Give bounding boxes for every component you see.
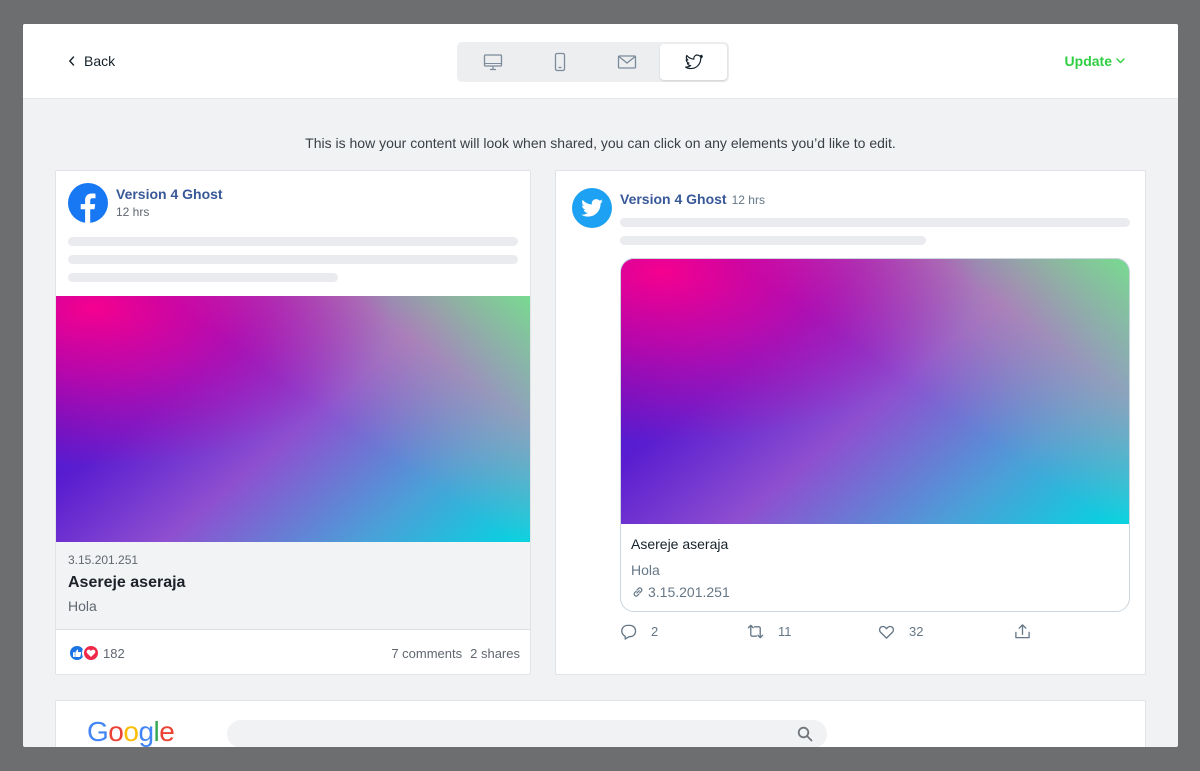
twitter-preview-card: Version 4 Ghost 12 hrs Asereje aseraja H… [555,170,1146,675]
twitter-account-name[interactable]: Version 4 Ghost [620,191,727,207]
facebook-engagement-bar: 182 7 comments 2 shares [56,642,530,664]
like-count: 32 [909,624,924,639]
twitter-link-domain: 3.15.201.251 [631,584,1119,600]
preview-modal: Back Update This is how your content wil… [23,24,1178,747]
link-icon [633,587,643,597]
facebook-stats: 7 comments 2 shares [391,646,520,661]
twitter-actions: 2 11 32 [620,623,1040,643]
google-preview-card: Google [55,700,1146,747]
back-button[interactable]: Back [68,53,115,69]
google-search-bar [227,720,827,747]
twitter-preview-button[interactable] [660,44,727,80]
skeleton-line [620,236,926,245]
facebook-link-meta[interactable]: 3.15.201.251 Asereje aseraja Hola [56,542,530,630]
preview-hint: This is how your content will look when … [305,135,896,151]
skeleton-line [68,237,518,246]
comment-count: 7 comments [391,645,463,661]
twitter-post-header: Version 4 Ghost 12 hrs [620,191,765,207]
facebook-page-name[interactable]: Version 4 Ghost [116,186,223,202]
twitter-link-title[interactable]: Asereje aseraja [631,536,1119,552]
facebook-post-header: Version 4 Ghost 12 hrs [68,183,223,223]
twitter-link-description[interactable]: Hola [631,562,1119,578]
share-icon [1015,624,1030,639]
facebook-link-domain: 3.15.201.251 [68,553,139,567]
twitter-avatar [572,188,612,228]
retweet-count: 11 [778,624,792,639]
share-count: 2 shares [470,645,520,661]
update-label: Update [1064,53,1112,69]
like-action[interactable]: 32 [878,623,923,640]
reply-action[interactable]: 2 [620,623,658,640]
twitter-post-time: 12 hrs [731,193,765,207]
twitter-icon [684,54,703,70]
email-preview-button[interactable] [593,44,660,80]
search-icon [797,726,813,742]
mobile-icon [554,52,565,72]
twitter-link-meta: Asereje aseraja Hola 3.15.201.251 [621,524,1129,611]
twitter-share-image[interactable] [621,259,1129,524]
facebook-preview-card: Version 4 Ghost 12 hrs 3.15.201.251 Aser… [55,170,531,675]
chevron-left-icon [69,56,75,66]
heart-icon [878,625,895,639]
retweet-icon [747,624,764,639]
retweet-action[interactable]: 11 [747,623,792,640]
facebook-link-description[interactable]: Hola [68,598,520,614]
reply-count: 2 [651,624,659,639]
twitter-domain-text: 3.15.201.251 [648,584,730,600]
chevron-down-icon [1116,58,1125,64]
love-reaction-icon [82,644,100,662]
reply-icon [621,624,637,640]
facebook-post-time: 12 hrs [116,205,150,219]
facebook-share-image[interactable] [56,296,530,542]
twitter-link-card[interactable]: Asereje aseraja Hola 3.15.201.251 [620,258,1130,612]
share-action[interactable] [1014,623,1031,640]
skeleton-line [68,273,338,282]
skeleton-line [68,255,518,264]
google-logo: Google [87,716,175,747]
skeleton-line [620,218,1130,227]
back-label: Back [84,53,116,69]
mobile-preview-button[interactable] [526,44,593,80]
mail-icon [617,55,636,69]
update-button[interactable]: Update [1065,53,1125,69]
reaction-count: 182 [103,645,125,661]
preview-mode-switcher [457,42,729,82]
desktop-preview-button[interactable] [459,44,526,80]
top-bar: Back Update [23,24,1178,99]
facebook-logo-icon [68,183,108,223]
facebook-reactions: 182 [68,644,125,662]
desktop-icon [483,54,502,71]
facebook-link-title[interactable]: Asereje aseraja [68,574,520,592]
twitter-bird-icon [581,199,603,217]
